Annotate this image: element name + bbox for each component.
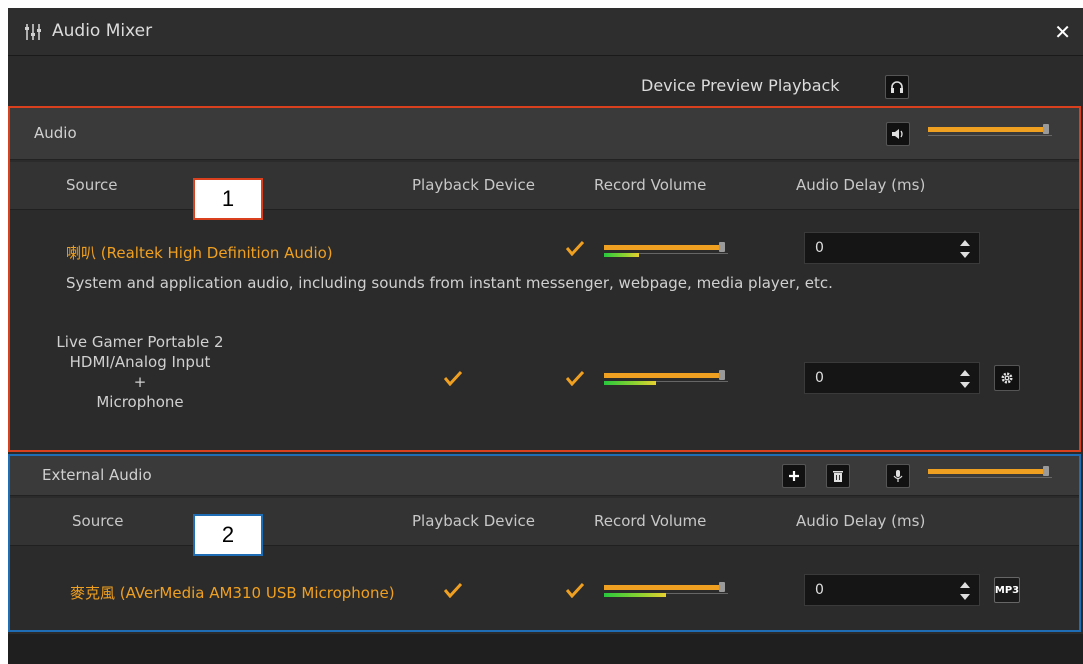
external-section-title: External Audio: [42, 466, 152, 484]
add-source-button[interactable]: [782, 464, 806, 488]
gear-icon: [1001, 372, 1013, 384]
source-name-avermedia: 麥克風 (AVerMedia AM310 USB Microphone): [70, 584, 395, 602]
settings-button[interactable]: [994, 365, 1020, 391]
record-checkmark-icon[interactable]: [566, 240, 584, 256]
slider-fill: [604, 245, 722, 250]
headphones-button[interactable]: [885, 75, 909, 99]
callout-1: 1: [193, 178, 263, 220]
external-master-volume-slider[interactable]: [928, 466, 1052, 482]
source-name-line: HDMI/Analog Input: [69, 353, 211, 371]
audio-delay-input-live-gamer[interactable]: 0: [804, 362, 980, 394]
slider-knob[interactable]: [718, 582, 725, 592]
mp3-format-badge[interactable]: MP3: [994, 577, 1020, 603]
device-preview-row: Device Preview Playback: [8, 66, 1083, 106]
external-column-header: Source Playback Device Record Volume Aud…: [10, 498, 1079, 546]
spin-arrows-icon[interactable]: [959, 367, 971, 391]
col-playback-device: Playback Device: [412, 176, 535, 194]
slider-ticks: [928, 135, 1052, 139]
playback-checkmark-icon[interactable]: [444, 582, 462, 598]
title-bar: Audio Mixer ✕: [8, 8, 1083, 56]
audio-master-volume-slider[interactable]: [928, 124, 1052, 140]
slider-fill: [604, 373, 722, 378]
speaker-icon: [892, 129, 903, 139]
record-volume-slider-realtek[interactable]: [604, 242, 728, 258]
col-playback-device: Playback Device: [412, 512, 535, 530]
source-name-line: +: [133, 373, 147, 391]
delay-value: 0: [815, 582, 824, 598]
record-volume-slider-live-gamer[interactable]: [604, 370, 728, 386]
slider-fill: [604, 585, 722, 590]
level-meter: [604, 593, 666, 597]
audio-mixer-window: Audio Mixer ✕ Device Preview Playback Au…: [8, 8, 1083, 664]
plus-icon: [789, 471, 799, 481]
playback-checkmark-icon[interactable]: [444, 370, 462, 386]
level-meter: [604, 253, 639, 257]
spin-arrows-icon[interactable]: [959, 237, 971, 261]
audio-section: Audio Source Playback Device Record Volu…: [8, 106, 1081, 452]
source-name-line: Microphone: [96, 393, 184, 411]
mixer-icon: [25, 24, 41, 40]
slider-knob[interactable]: [718, 370, 725, 380]
external-audio-section: External Audio Source Playback Device Re…: [8, 454, 1081, 632]
source-name-line: Live Gamer Portable 2: [56, 333, 224, 351]
slider-fill: [928, 469, 1046, 474]
spin-arrows-icon[interactable]: [959, 579, 971, 603]
trash-icon: [833, 470, 843, 482]
headphones-icon: [891, 81, 903, 93]
external-section-header: External Audio: [10, 456, 1079, 496]
delete-source-button[interactable]: [826, 464, 850, 488]
col-audio-delay: Audio Delay (ms): [796, 512, 926, 530]
callout-2: 2: [193, 514, 263, 556]
record-checkmark-icon[interactable]: [566, 370, 584, 386]
col-record-volume: Record Volume: [594, 512, 707, 530]
slider-knob[interactable]: [1042, 124, 1049, 134]
record-volume-slider-avermedia[interactable]: [604, 582, 728, 598]
slider-knob[interactable]: [718, 242, 725, 252]
source-description-realtek: System and application audio, including …: [66, 274, 833, 292]
close-button[interactable]: ✕: [1054, 20, 1071, 44]
microphone-icon: [893, 470, 903, 482]
speaker-mute-button[interactable]: [886, 122, 910, 146]
audio-delay-input-realtek[interactable]: 0: [804, 232, 980, 264]
slider-knob[interactable]: [1042, 466, 1049, 476]
col-source: Source: [66, 176, 118, 194]
record-checkmark-icon[interactable]: [566, 582, 584, 598]
audio-delay-input-avermedia[interactable]: 0: [804, 574, 980, 606]
microphone-mute-button[interactable]: [886, 464, 910, 488]
audio-section-title: Audio: [34, 124, 77, 142]
source-name-live-gamer: Live Gamer Portable 2 HDMI/Analog Input …: [40, 332, 240, 412]
col-audio-delay: Audio Delay (ms): [796, 176, 926, 194]
col-source: Source: [72, 512, 124, 530]
footer-area: [8, 634, 1083, 664]
delay-value: 0: [815, 370, 824, 386]
device-preview-label: Device Preview Playback: [641, 76, 840, 95]
level-meter: [604, 381, 657, 385]
slider-fill: [928, 127, 1046, 132]
delay-value: 0: [815, 240, 824, 256]
source-name-realtek: 喇叭 (Realtek High Definition Audio): [66, 244, 333, 262]
slider-ticks: [928, 477, 1052, 481]
audio-section-header: Audio: [10, 108, 1079, 160]
audio-column-header: Source Playback Device Record Volume Aud…: [10, 162, 1079, 210]
col-record-volume: Record Volume: [594, 176, 707, 194]
window-title: Audio Mixer: [52, 21, 153, 41]
